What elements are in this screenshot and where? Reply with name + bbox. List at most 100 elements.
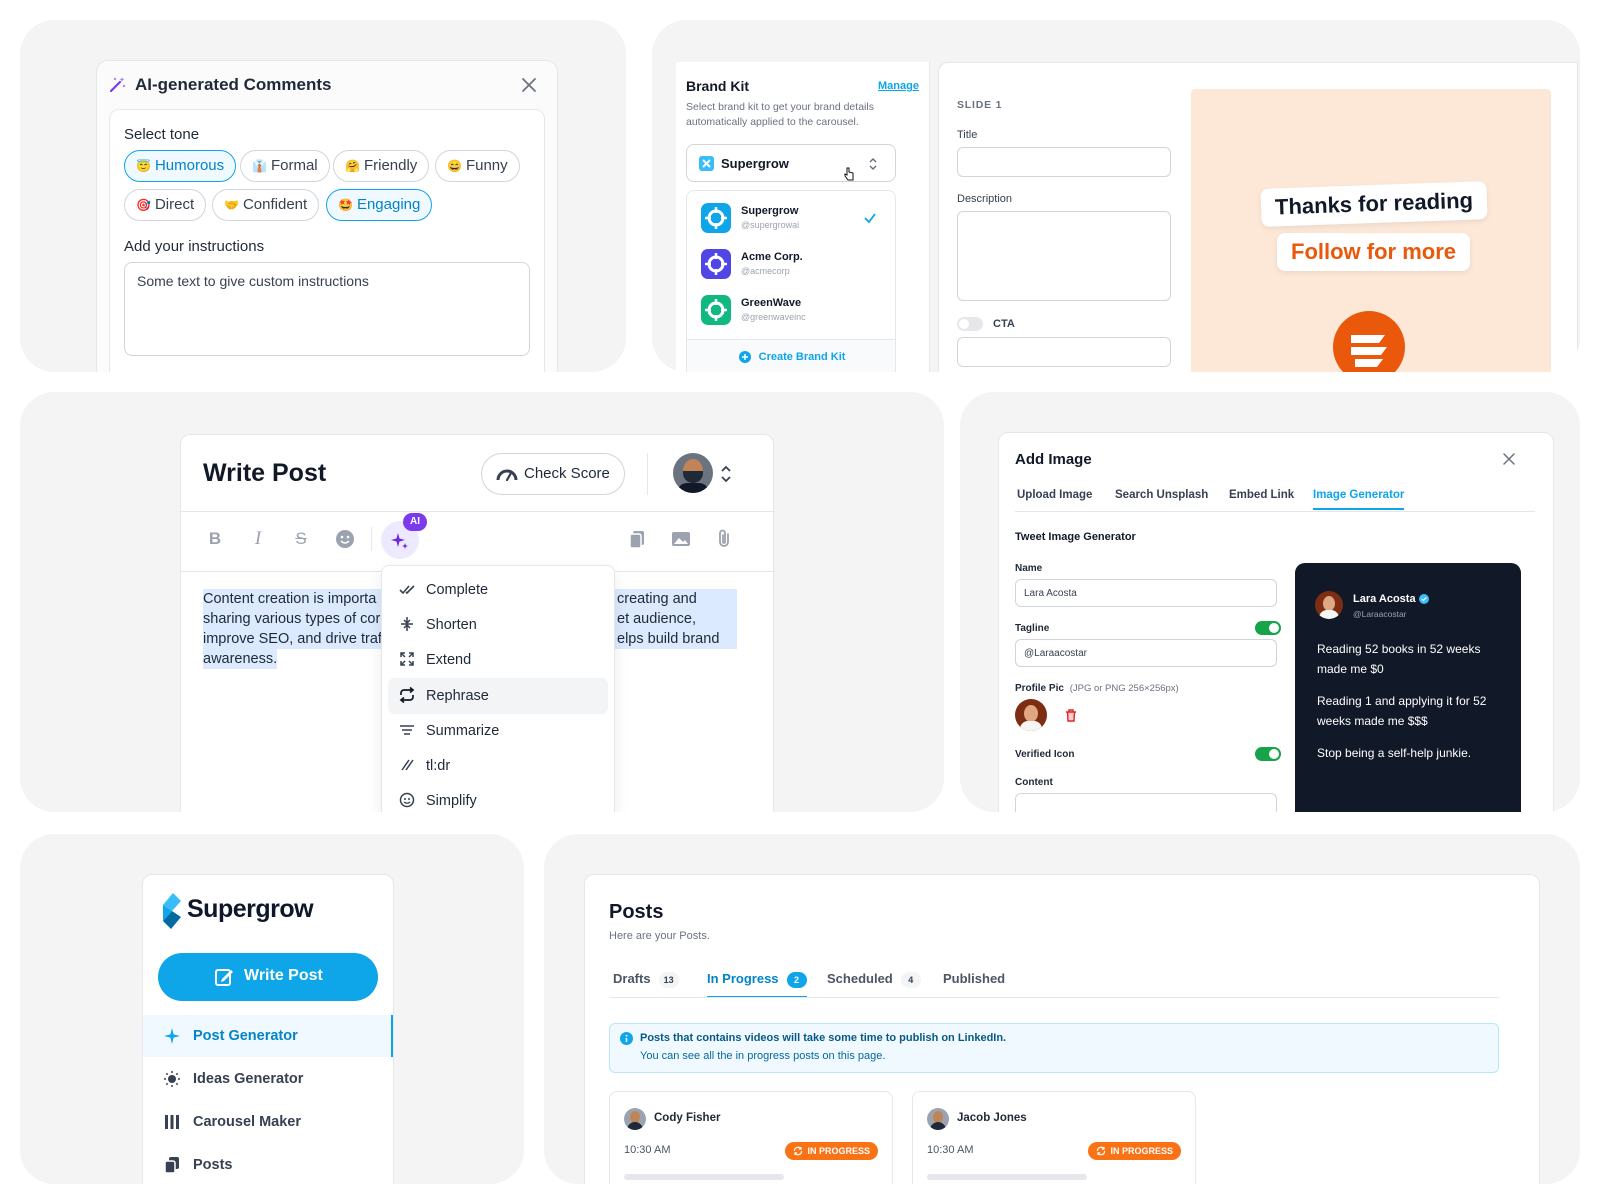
tone-chip[interactable]: 🎯 Direct — [124, 189, 207, 221]
emoji-icon[interactable] — [333, 527, 357, 551]
brand-name: Supergrow — [187, 895, 314, 923]
tone-label: Funny — [465, 157, 508, 174]
image-icon[interactable] — [669, 527, 693, 551]
tab-embed-link[interactable]: Embed Link — [1229, 489, 1294, 501]
trash-icon[interactable] — [1065, 709, 1077, 722]
tone-chip[interactable]: 😇 Humorous — [124, 150, 237, 182]
tab-in-progress[interactable]: In Progress 2 — [707, 971, 807, 998]
chevron-updown-icon[interactable] — [719, 463, 733, 485]
post-card[interactable]: Cody Fisher 10:30 AM IN PROGRESS — [609, 1091, 893, 1184]
ai-menu-item[interactable]: Complete — [388, 572, 608, 608]
tab-drafts[interactable]: Drafts 13 — [613, 971, 679, 988]
brand-kit-select[interactable]: Supergrow — [686, 144, 896, 182]
tagline-input[interactable]: @Laraacostar — [1015, 639, 1277, 667]
ai-menu-label: Summarize — [426, 722, 500, 739]
emoji-icon: 😇 — [136, 159, 151, 173]
ai-menu-item[interactable]: Rephrase — [388, 677, 608, 714]
brand-kit-option[interactable]: Supergrow @supergrowai — [687, 195, 895, 241]
tone-label: Humorous — [154, 157, 225, 174]
tone-chip[interactable]: 😄 Funny — [435, 150, 520, 182]
profile-pic-preview[interactable] — [1015, 699, 1047, 731]
close-icon[interactable] — [517, 73, 541, 97]
double-check-icon — [399, 585, 415, 595]
sidebar-item-carousel-maker[interactable]: Carousel Maker — [143, 1101, 393, 1143]
brand-kit-title: Brand Kit — [686, 78, 749, 94]
tab-upload-image[interactable]: Upload Image — [1017, 489, 1092, 501]
divider — [181, 511, 775, 512]
ai-menu-item[interactable]: Summarize — [388, 713, 608, 749]
brand-logo-icon — [701, 249, 731, 279]
ai-menu-item[interactable]: tl:dr — [388, 748, 608, 784]
ai-menu-item[interactable]: Simplify — [388, 783, 608, 812]
editor-title: Write Post — [203, 459, 327, 487]
emoji-icon: 🎯 — [136, 198, 151, 212]
brand-kit-option[interactable]: GreenWave @greenwaveinc — [687, 287, 895, 333]
tone-label: Direct — [154, 196, 195, 213]
refresh-icon — [794, 1146, 803, 1156]
brand-kit-option[interactable]: Acme Corp. @acmecorp — [687, 241, 895, 287]
tab-image-generator[interactable]: Image Generator — [1313, 489, 1405, 510]
instructions-textarea[interactable]: Some text to give custom instructions — [124, 262, 530, 356]
post-card[interactable]: Jacob Jones 10:30 AM IN PROGRESS — [912, 1091, 1196, 1184]
tone-chip[interactable]: 🤩 Engaging — [326, 189, 433, 221]
post-preview-text — [927, 1174, 1087, 1180]
check-score-button[interactable]: Check Score — [481, 453, 625, 495]
refresh-icon — [1097, 1146, 1106, 1156]
tone-chip[interactable]: 🤝 Confident — [212, 189, 320, 221]
header-divider — [647, 453, 648, 495]
select-tone-label: Select tone — [124, 126, 200, 143]
ai-menu-item[interactable]: Extend — [388, 642, 608, 678]
tab-label: Drafts — [613, 971, 651, 986]
tab-scheduled[interactable]: Scheduled 4 — [827, 971, 921, 988]
tab-search-unsplash[interactable]: Search Unsplash — [1115, 489, 1208, 501]
content-input[interactable] — [1015, 793, 1277, 812]
slide-description-input[interactable] — [957, 211, 1171, 301]
sidebar-item-ideas-generator[interactable]: Ideas Generator — [143, 1058, 393, 1100]
status-label: IN PROGRESS — [1110, 1146, 1173, 1156]
tab-published[interactable]: Published — [943, 971, 1005, 986]
sidebar-item-post-generator[interactable]: Post Generator — [143, 1015, 393, 1057]
sidebar-item-label: Posts — [193, 1157, 233, 1173]
check-icon — [863, 211, 877, 225]
sparkle-icon — [391, 533, 408, 549]
add-image-dialog: Add Image Upload Image Search Unsplash Emb… — [998, 432, 1554, 812]
sidebar-item-label: Carousel Maker — [193, 1114, 301, 1130]
close-icon[interactable] — [1501, 451, 1517, 467]
post-author: Jacob Jones — [957, 1112, 1027, 1124]
cta-toggle[interactable] — [957, 317, 983, 331]
status-badge: IN PROGRESS — [1088, 1142, 1181, 1160]
copy-icon[interactable] — [625, 527, 649, 551]
strikethrough-icon[interactable]: S — [289, 527, 313, 551]
ai-comments-dialog: AI-generated Comments Select tone 😇 Humor… — [96, 60, 558, 372]
manage-link[interactable]: Manage — [878, 80, 919, 92]
slide-description-label: Description — [957, 193, 1013, 205]
preview-line-1: Thanks for reading — [1260, 181, 1488, 227]
create-brand-kit-button[interactable]: Create Brand Kit — [687, 339, 895, 372]
tone-chip[interactable]: 👔 Formal — [240, 150, 330, 182]
write-post-panel: Write Post Check Score B I S AI Content … — [20, 392, 944, 812]
avatar — [624, 1108, 646, 1130]
tone-label: Engaging — [356, 196, 421, 213]
write-post-button[interactable]: Write Post — [158, 953, 378, 1001]
tagline-toggle[interactable] — [1255, 621, 1281, 635]
tone-chip[interactable]: 🤗 Friendly — [333, 150, 430, 182]
avatar[interactable] — [673, 453, 713, 493]
info-icon — [620, 1032, 633, 1045]
slide-title-input[interactable] — [957, 147, 1171, 177]
verified-icon-toggle[interactable] — [1255, 747, 1281, 761]
status-badge: IN PROGRESS — [785, 1142, 878, 1160]
attachment-icon[interactable] — [712, 527, 736, 551]
cta-input[interactable] — [957, 337, 1171, 367]
sidebar-item-label: Post Generator — [193, 1028, 298, 1044]
profile-pic-label: Profile Pic (JPG or PNG 256×256px) — [1015, 683, 1179, 694]
name-input[interactable]: Lara Acosta — [1015, 579, 1277, 607]
italic-icon[interactable]: I — [246, 527, 270, 551]
check-score-label: Check Score — [524, 465, 610, 482]
bold-icon[interactable]: B — [203, 527, 227, 551]
verified-badge-icon — [1418, 594, 1429, 605]
cta-label: CTA — [993, 318, 1015, 330]
sidebar-item-posts[interactable]: Posts — [143, 1144, 393, 1184]
ai-menu-item[interactable]: Shorten — [388, 607, 608, 643]
ai-assist-button[interactable]: AI — [381, 513, 427, 559]
supergrow-logo-icon — [699, 156, 714, 171]
